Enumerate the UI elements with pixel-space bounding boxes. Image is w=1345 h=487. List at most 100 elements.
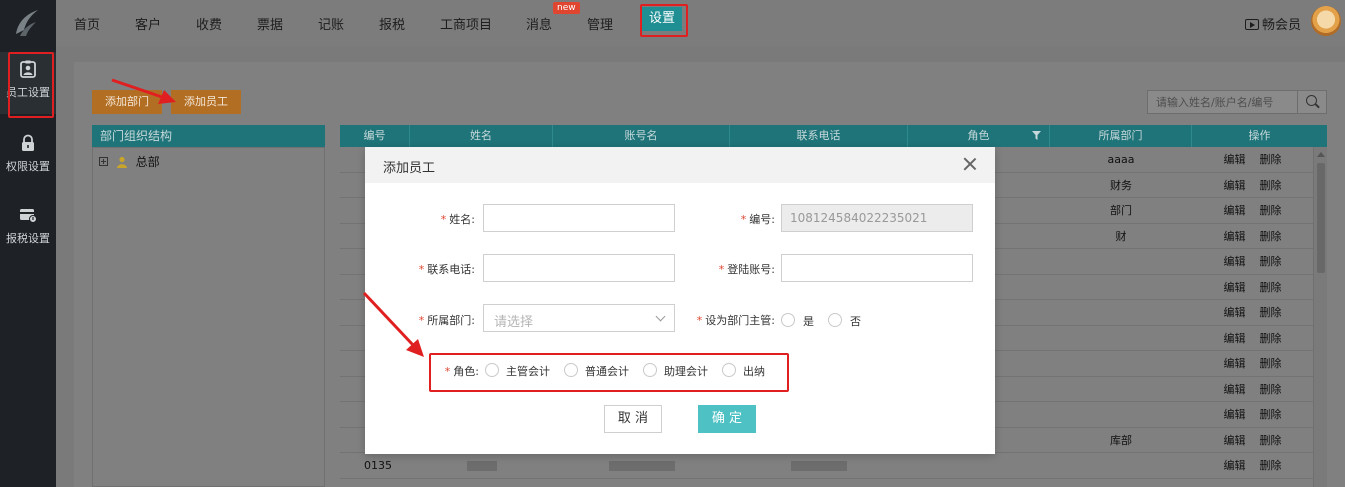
confirm-button[interactable]: 确 定 bbox=[698, 405, 756, 433]
cancel-button[interactable]: 取 消 bbox=[604, 405, 662, 433]
dept-label: * 所属部门: bbox=[405, 312, 475, 328]
cell-dept: 财务 bbox=[1110, 178, 1132, 192]
edit-link[interactable]: 编辑 bbox=[1224, 408, 1246, 421]
annotation-box-settings bbox=[640, 4, 688, 37]
code-label-text: 编号: bbox=[749, 213, 775, 226]
cell-actions: 编辑 删除 bbox=[1192, 326, 1313, 351]
delete-link[interactable]: 删除 bbox=[1260, 204, 1282, 217]
annotation-box-staff bbox=[8, 52, 54, 118]
edit-link[interactable]: 编辑 bbox=[1224, 230, 1246, 243]
delete-link[interactable]: 删除 bbox=[1260, 383, 1282, 396]
search-input[interactable] bbox=[1148, 91, 1298, 113]
edit-link[interactable]: 编辑 bbox=[1224, 332, 1246, 345]
column-header-dept: 所属部门 bbox=[1050, 125, 1192, 147]
expand-icon[interactable] bbox=[99, 157, 108, 166]
nav-item-bookkeeping[interactable]: 记账 bbox=[318, 14, 344, 33]
login-account-field[interactable] bbox=[781, 254, 973, 282]
org-tree: 总部 bbox=[92, 147, 325, 487]
cell-dept: 部门 bbox=[1110, 204, 1132, 217]
edit-link[interactable]: 编辑 bbox=[1224, 306, 1246, 319]
redacted-text bbox=[791, 461, 847, 471]
column-header-role: 角色 bbox=[908, 125, 1050, 147]
cell-actions: 编辑 删除 bbox=[1192, 377, 1313, 402]
delete-link[interactable]: 删除 bbox=[1260, 357, 1282, 370]
add-employee-button[interactable]: 添加员工 bbox=[171, 90, 241, 114]
search-box bbox=[1147, 90, 1327, 114]
scroll-up-icon[interactable] bbox=[1317, 152, 1325, 157]
nav-item-home[interactable]: 首页 bbox=[74, 14, 100, 33]
department-select-placeholder: 请选择 bbox=[494, 315, 534, 330]
tree-header: 部门组织结构 bbox=[92, 125, 325, 147]
add-employee-dialog: 添加员工 *姓名: *编号: *联系电话: *登陆账号: *所属部门: 请选择 … bbox=[365, 147, 995, 454]
delete-link[interactable]: 删除 bbox=[1260, 230, 1282, 243]
column-header-actions: 操作 bbox=[1248, 129, 1271, 142]
required-mark: * bbox=[418, 263, 425, 276]
code-label: * 编号: bbox=[715, 211, 775, 227]
filter-icon[interactable] bbox=[1032, 131, 1041, 140]
column-header-role-label: 角色 bbox=[967, 129, 990, 142]
manager-no-radio[interactable] bbox=[828, 313, 842, 327]
close-icon[interactable] bbox=[963, 157, 977, 171]
app-logo-icon bbox=[16, 10, 38, 36]
avatar[interactable] bbox=[1311, 6, 1341, 36]
edit-link[interactable]: 编辑 bbox=[1224, 153, 1246, 166]
nav-item-manage[interactable]: 管理 bbox=[587, 14, 613, 33]
cell-dept: 库部 bbox=[1110, 433, 1132, 447]
edit-link[interactable]: 编辑 bbox=[1224, 357, 1246, 370]
search-icon[interactable] bbox=[1297, 91, 1326, 113]
edit-link[interactable]: 编辑 bbox=[1224, 204, 1246, 217]
cell-actions: 编辑 删除 bbox=[1192, 300, 1313, 325]
sidebar-item-label: 权限设置 bbox=[6, 160, 50, 173]
table-row: 0135 编辑 删除 bbox=[340, 453, 1313, 479]
tree-node-root[interactable]: 总部 bbox=[99, 153, 160, 170]
delete-link[interactable]: 删除 bbox=[1260, 306, 1282, 319]
phone-label-text: 联系电话: bbox=[427, 263, 475, 276]
delete-link[interactable]: 删除 bbox=[1260, 434, 1282, 447]
required-mark: * bbox=[418, 314, 425, 327]
column-header-account: 账号名 bbox=[553, 125, 730, 147]
nav-item-messages[interactable]: 消息 bbox=[526, 14, 552, 33]
nav-item-tax[interactable]: 报税 bbox=[379, 14, 405, 33]
member-link[interactable]: 畅会员 bbox=[1244, 14, 1301, 33]
manager-yes-radio[interactable] bbox=[781, 313, 795, 327]
nav-item-customers[interactable]: 客户 bbox=[135, 14, 161, 33]
cell-dept bbox=[1050, 402, 1192, 427]
cell-actions: 编辑 删除 bbox=[1192, 173, 1313, 198]
delete-link[interactable]: 删除 bbox=[1260, 459, 1282, 472]
sidebar-item-tax[interactable]: 报税设置 bbox=[0, 198, 56, 260]
edit-link[interactable]: 编辑 bbox=[1224, 255, 1246, 268]
department-select[interactable]: 请选择 bbox=[483, 304, 675, 332]
edit-link[interactable]: 编辑 bbox=[1224, 281, 1246, 294]
edit-link[interactable]: 编辑 bbox=[1224, 459, 1246, 472]
phone-field[interactable] bbox=[483, 254, 675, 282]
redacted-text bbox=[608, 461, 675, 471]
delete-link[interactable]: 删除 bbox=[1260, 408, 1282, 421]
nav-item-receipts[interactable]: 票据 bbox=[257, 14, 283, 33]
edit-link[interactable]: 编辑 bbox=[1224, 179, 1246, 192]
cell-dept: aaaa bbox=[1107, 153, 1135, 166]
nav-item-billing[interactable]: 收费 bbox=[196, 14, 222, 33]
delete-link[interactable]: 删除 bbox=[1260, 179, 1282, 192]
table-scrollbar[interactable] bbox=[1313, 147, 1327, 487]
cell-actions: 编辑 删除 bbox=[1192, 147, 1313, 172]
edit-link[interactable]: 编辑 bbox=[1224, 383, 1246, 396]
dialog-header: 添加员工 bbox=[365, 147, 995, 183]
add-department-button[interactable]: 添加部门 bbox=[92, 90, 162, 114]
delete-link[interactable]: 删除 bbox=[1260, 255, 1282, 268]
new-badge: new bbox=[553, 2, 580, 14]
edit-link[interactable]: 编辑 bbox=[1224, 434, 1246, 447]
delete-link[interactable]: 删除 bbox=[1260, 153, 1282, 166]
sidebar-item-permissions[interactable]: 权限设置 bbox=[0, 126, 56, 188]
cell-actions: 编辑 删除 bbox=[1192, 224, 1313, 249]
column-header-id: 编号 bbox=[340, 125, 410, 147]
name-field[interactable] bbox=[483, 204, 675, 232]
delete-link[interactable]: 删除 bbox=[1260, 332, 1282, 345]
delete-link[interactable]: 删除 bbox=[1260, 281, 1282, 294]
dept-label-text: 所属部门: bbox=[427, 314, 475, 327]
cell-actions: 编辑 删除 bbox=[1192, 275, 1313, 300]
manager-label-text: 设为部门主管: bbox=[705, 314, 775, 327]
scroll-thumb[interactable] bbox=[1317, 163, 1325, 273]
cell-phone bbox=[730, 453, 908, 478]
cell-actions: 编辑 删除 bbox=[1192, 198, 1313, 223]
nav-item-business[interactable]: 工商项目 bbox=[440, 14, 492, 33]
